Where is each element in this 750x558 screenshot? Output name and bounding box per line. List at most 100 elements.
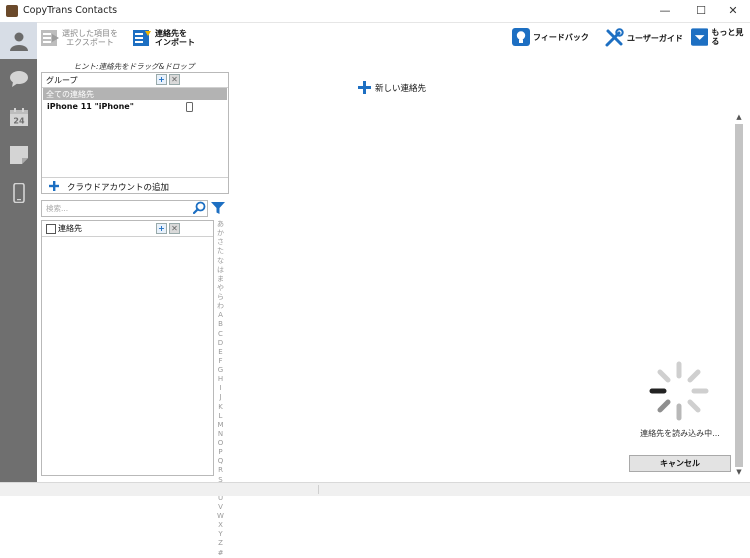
sidebar-item-messages[interactable] [0, 60, 37, 97]
export-label-line2: エクスポート [66, 38, 114, 47]
alphabet-index-letter[interactable]: Z [215, 539, 226, 548]
alphabet-index-letter[interactable]: N [215, 430, 226, 439]
alphabet-index-letter[interactable]: R [215, 466, 226, 475]
scroll-down-arrow-icon[interactable]: ▼ [734, 467, 744, 477]
alphabet-index-letter[interactable]: X [215, 521, 226, 530]
alphabet-index-letter[interactable]: あ [215, 220, 226, 229]
sidebar-item-notes[interactable] [0, 136, 37, 173]
alphabet-index-letter[interactable]: ま [215, 275, 226, 284]
alphabet-index-letter[interactable]: は [215, 266, 226, 275]
calendar-icon: 24 [10, 108, 28, 126]
contacts-list-panel: 連絡先 + ✕ [41, 220, 214, 476]
add-contact-button[interactable]: + [156, 223, 167, 234]
minimize-button[interactable]: — [648, 0, 682, 22]
group-item-label: 全ての連絡先 [46, 90, 94, 99]
alphabet-index-letter[interactable]: か [215, 229, 226, 238]
alphabet-index-letter[interactable]: わ [215, 302, 226, 311]
more-label: もっと見る [711, 28, 744, 46]
delete-contact-button[interactable]: ✕ [169, 223, 180, 234]
tools-icon [605, 28, 624, 47]
import-icon [133, 30, 151, 46]
alphabet-index-letter[interactable]: F [215, 357, 226, 366]
alphabet-index-letter[interactable]: や [215, 284, 226, 293]
user-guide-label: ユーザーガイド [627, 33, 683, 43]
alphabet-index-letter[interactable]: B [215, 320, 226, 329]
sidebar-item-device[interactable] [0, 174, 37, 211]
export-selected-button[interactable]: 選択した項目を エクスポート [40, 28, 118, 48]
new-contact-label: 新しい連絡先 [375, 83, 427, 94]
export-icon [41, 30, 59, 46]
group-item-iphone[interactable]: iPhone 11 "iPhone" [43, 101, 227, 113]
alphabet-index-letter[interactable]: # [215, 549, 226, 558]
calendar-day-label: 24 [13, 117, 25, 126]
title-bar: CopyTrans Contacts — ☐ ✕ [0, 0, 750, 23]
main-scrollbar[interactable]: ▲ ▼ [734, 112, 744, 477]
new-contact-button[interactable]: 新しい連絡先 [358, 81, 426, 94]
groups-header-label: グループ [46, 76, 78, 85]
groups-header: グループ + ✕ [42, 73, 228, 88]
alphabet-index-letter[interactable]: O [215, 439, 226, 448]
plus-icon [358, 81, 371, 94]
select-all-checkbox[interactable] [46, 224, 56, 234]
close-button[interactable]: ✕ [716, 0, 750, 22]
phone-icon [13, 183, 25, 203]
search-icon[interactable] [193, 201, 206, 214]
phone-icon [186, 102, 193, 112]
sidebar-item-calendar[interactable]: 24 [0, 98, 37, 135]
import-contacts-button[interactable]: 連絡先を インポート [132, 28, 195, 48]
export-label-line1: 選択した項目を [62, 29, 118, 38]
note-icon [10, 146, 28, 164]
alphabet-index-letter[interactable]: H [215, 375, 226, 384]
alphabet-index-letter[interactable]: P [215, 448, 226, 457]
more-button[interactable]: もっと見る [691, 28, 750, 46]
alphabet-index-letter[interactable]: Y [215, 530, 226, 539]
import-label-line1: 連絡先を [155, 29, 187, 38]
group-item-all-contacts[interactable]: 全ての連絡先 [43, 88, 227, 100]
alphabet-index-letter[interactable]: A [215, 311, 226, 320]
delete-group-button[interactable]: ✕ [169, 74, 180, 85]
alphabet-index-letter[interactable]: V [215, 503, 226, 512]
alphabet-index-letter[interactable]: M [215, 421, 226, 430]
alphabet-index-letter[interactable]: J [215, 393, 226, 402]
drag-drop-hint: ヒント:連絡先をドラッグ&ドロップ [73, 62, 195, 71]
alphabet-index-letter[interactable]: E [215, 348, 226, 357]
alphabet-index-letter[interactable]: G [215, 366, 226, 375]
user-guide-button[interactable]: ユーザーガイド [604, 28, 683, 48]
sidebar-item-contacts[interactable] [0, 22, 37, 59]
alphabet-index-letter[interactable]: D [215, 339, 226, 348]
chevron-down-icon [691, 28, 709, 46]
alphabet-index-letter[interactable]: ら [215, 293, 226, 302]
alphabet-index-letter[interactable]: Q [215, 457, 226, 466]
alphabet-index-letter[interactable]: K [215, 403, 226, 412]
alphabet-index-letter[interactable]: さ [215, 238, 226, 247]
alphabet-index-letter[interactable]: C [215, 330, 226, 339]
alphabet-index-letter[interactable]: な [215, 257, 226, 266]
cancel-button[interactable]: キャンセル [629, 455, 731, 472]
search-input[interactable]: 検索... [41, 200, 208, 217]
scrollbar-thumb[interactable] [735, 124, 743, 467]
import-label-line2: インポート [155, 38, 195, 47]
feedback-button[interactable]: フィードバック [512, 28, 589, 46]
person-icon [10, 32, 28, 51]
alphabet-index-letter[interactable]: た [215, 247, 226, 256]
loading-spinner-icon [649, 361, 709, 421]
lightbulb-icon [512, 28, 530, 46]
sidebar: 24 [0, 22, 37, 482]
filter-icon[interactable] [211, 201, 225, 215]
contacts-header-label: 連絡先 [58, 224, 82, 233]
add-cloud-account-label: クラウドアカウントの追加 [67, 183, 170, 193]
search-placeholder: 検索... [46, 204, 69, 213]
feedback-label: フィードバック [533, 32, 589, 42]
alphabet-index-letter[interactable]: W [215, 512, 226, 521]
add-cloud-account-button[interactable]: クラウドアカウントの追加 [42, 177, 228, 194]
window-title: CopyTrans Contacts [23, 5, 118, 16]
status-bar [0, 482, 750, 496]
app-logo-icon [6, 5, 18, 17]
group-item-label: iPhone 11 "iPhone" [47, 102, 134, 111]
alphabet-index-letter[interactable]: I [215, 384, 226, 393]
scroll-up-arrow-icon[interactable]: ▲ [734, 112, 744, 122]
maximize-button[interactable]: ☐ [684, 0, 718, 22]
status-divider [318, 485, 319, 494]
alphabet-index-letter[interactable]: L [215, 412, 226, 421]
add-group-button[interactable]: + [156, 74, 167, 85]
